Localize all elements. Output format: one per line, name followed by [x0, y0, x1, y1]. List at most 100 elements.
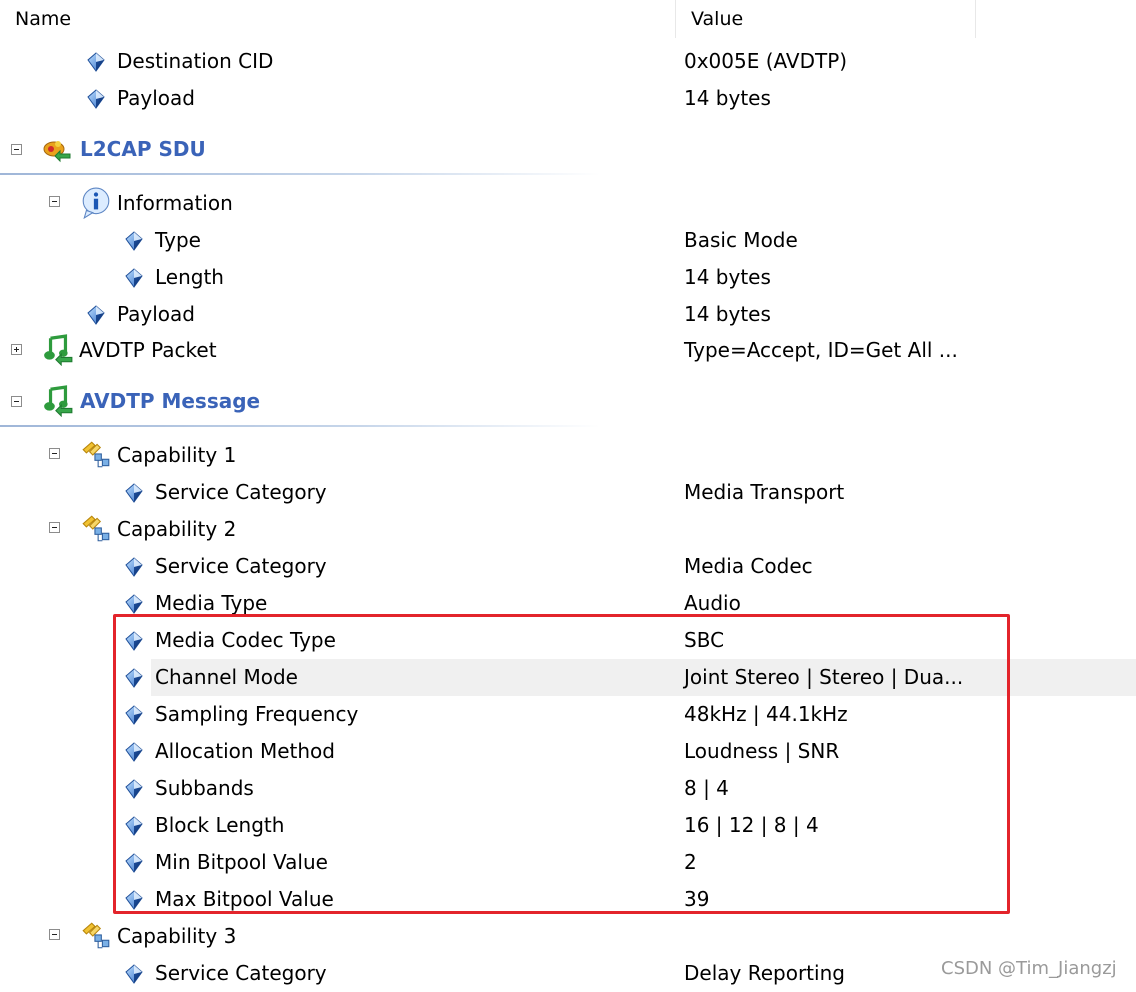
tree-row-type[interactable]: Type Basic Mode — [0, 222, 1136, 259]
tree-row-service-category[interactable]: Service Category Media Transport — [0, 474, 1136, 511]
row-label: Channel Mode — [155, 665, 298, 689]
expand-toggle[interactable] — [11, 344, 22, 355]
row-value: 48kHz | 44.1kHz — [684, 702, 848, 726]
row-label: Type — [155, 228, 201, 252]
row-value: Delay Reporting — [684, 961, 845, 985]
row-label: Allocation Method — [155, 739, 335, 763]
row-value: 14 bytes — [684, 265, 771, 289]
row-value: SBC — [684, 628, 725, 652]
column-divider[interactable] — [675, 0, 676, 38]
row-value: 8 | 4 — [684, 776, 729, 800]
row-value: 14 bytes — [684, 302, 771, 326]
row-label: Block Length — [155, 813, 285, 837]
column-header-value[interactable]: Value — [691, 0, 743, 38]
field-diamond-icon — [85, 51, 107, 73]
collapse-toggle[interactable] — [49, 448, 60, 459]
row-label: Sampling Frequency — [155, 702, 359, 726]
music-note-icon — [41, 385, 75, 417]
column-header: Name Value — [0, 0, 1136, 38]
tree-row-payload[interactable]: Payload 14 bytes — [0, 296, 1136, 333]
column-header-name[interactable]: Name — [15, 0, 71, 38]
tree-row-avdtp-message[interactable]: AVDTP Message — [0, 383, 1136, 420]
tree-row-information[interactable]: Information — [0, 185, 1136, 222]
field-diamond-icon — [123, 741, 145, 763]
tree-row-media-codec-type[interactable]: Media Codec Type SBC — [0, 622, 1136, 659]
row-value: 39 — [684, 887, 710, 911]
tree-row-length[interactable]: Length 14 bytes — [0, 259, 1136, 296]
info-icon — [80, 187, 112, 219]
field-diamond-icon — [85, 304, 107, 326]
field-diamond-icon — [123, 630, 145, 652]
tree-row-service-category[interactable]: Service Category Media Codec — [0, 548, 1136, 585]
field-diamond-icon — [123, 778, 145, 800]
row-label: Destination CID — [117, 49, 274, 73]
tree-row-avdtp-packet[interactable]: AVDTP Packet Type=Accept, ID=Get All ... — [0, 332, 1136, 369]
field-diamond-icon — [123, 267, 145, 289]
row-label: Media Type — [155, 591, 268, 615]
tree-row-destination-cid[interactable]: Destination CID 0x005E (AVDTP) — [0, 43, 1136, 80]
group-underline — [0, 425, 600, 427]
row-label: Capability 1 — [117, 443, 237, 467]
row-label: AVDTP Packet — [79, 338, 217, 362]
field-diamond-icon — [123, 889, 145, 911]
row-label: Max Bitpool Value — [155, 887, 334, 911]
field-diamond-icon — [85, 88, 107, 110]
row-value: Basic Mode — [684, 228, 798, 252]
row-label: Media Codec Type — [155, 628, 336, 652]
group-underline — [0, 173, 600, 175]
row-value: 0x005E (AVDTP) — [684, 49, 848, 73]
row-value: 14 bytes — [684, 86, 771, 110]
field-diamond-icon — [123, 230, 145, 252]
capability-icon — [80, 439, 112, 471]
tree-row-min-bitpool-value[interactable]: Min Bitpool Value 2 — [0, 844, 1136, 881]
collapse-toggle[interactable] — [49, 196, 60, 207]
collapse-toggle[interactable] — [11, 396, 22, 407]
row-label: Information — [117, 191, 233, 215]
row-value: 16 | 12 | 8 | 4 — [684, 813, 819, 837]
tree-row-allocation-method[interactable]: Allocation Method Loudness | SNR — [0, 733, 1136, 770]
collapse-toggle[interactable] — [11, 144, 22, 155]
watermark: CSDN @Tim_Jiangzj — [941, 958, 1117, 979]
tree-row-capability-2[interactable]: Capability 2 — [0, 511, 1136, 548]
field-diamond-icon — [123, 667, 145, 689]
row-value: Media Transport — [684, 480, 845, 504]
row-value: 2 — [684, 850, 697, 874]
tree-row-max-bitpool-value[interactable]: Max Bitpool Value 39 — [0, 881, 1136, 918]
group-label: AVDTP Message — [80, 389, 261, 413]
row-value: Loudness | SNR — [684, 739, 840, 763]
row-value: Media Codec — [684, 554, 813, 578]
tree-row-capability-3[interactable]: Capability 3 — [0, 918, 1136, 955]
row-label: Length — [155, 265, 224, 289]
field-diamond-icon — [123, 593, 145, 615]
field-diamond-icon — [123, 852, 145, 874]
tree-row-subbands[interactable]: Subbands 8 | 4 — [0, 770, 1136, 807]
collapse-toggle[interactable] — [49, 929, 60, 940]
row-label: Min Bitpool Value — [155, 850, 328, 874]
music-note-icon — [41, 334, 75, 366]
row-value: Joint Stereo | Stereo | Dua... — [684, 665, 964, 689]
tree-row-payload[interactable]: Payload 14 bytes — [0, 80, 1136, 117]
collapse-toggle[interactable] — [49, 522, 60, 533]
column-divider[interactable] — [975, 0, 976, 38]
row-label: Service Category — [155, 480, 327, 504]
tree-row-channel-mode[interactable]: Channel Mode Joint Stereo | Stereo | Dua… — [151, 659, 1136, 696]
row-label: Payload — [117, 302, 195, 326]
group-label: L2CAP SDU — [80, 137, 206, 161]
row-label: Capability 3 — [117, 924, 237, 948]
row-value: Audio — [684, 591, 741, 615]
field-diamond-icon — [123, 556, 145, 578]
row-label: Subbands — [155, 776, 254, 800]
tree-row-block-length[interactable]: Block Length 16 | 12 | 8 | 4 — [0, 807, 1136, 844]
tree-row-media-type[interactable]: Media Type Audio — [0, 585, 1136, 622]
row-label: Payload — [117, 86, 195, 110]
tree-row-l2cap-sdu[interactable]: L2CAP SDU — [0, 131, 1136, 168]
field-diamond-icon — [123, 704, 145, 726]
capability-icon — [80, 513, 112, 545]
tree-row-capability-1[interactable]: Capability 1 — [0, 437, 1136, 474]
field-diamond-icon — [123, 815, 145, 837]
field-diamond-icon — [123, 482, 145, 504]
row-label: Service Category — [155, 554, 327, 578]
capability-icon — [80, 920, 112, 952]
row-label: Capability 2 — [117, 517, 237, 541]
tree-row-sampling-frequency[interactable]: Sampling Frequency 48kHz | 44.1kHz — [0, 696, 1136, 733]
